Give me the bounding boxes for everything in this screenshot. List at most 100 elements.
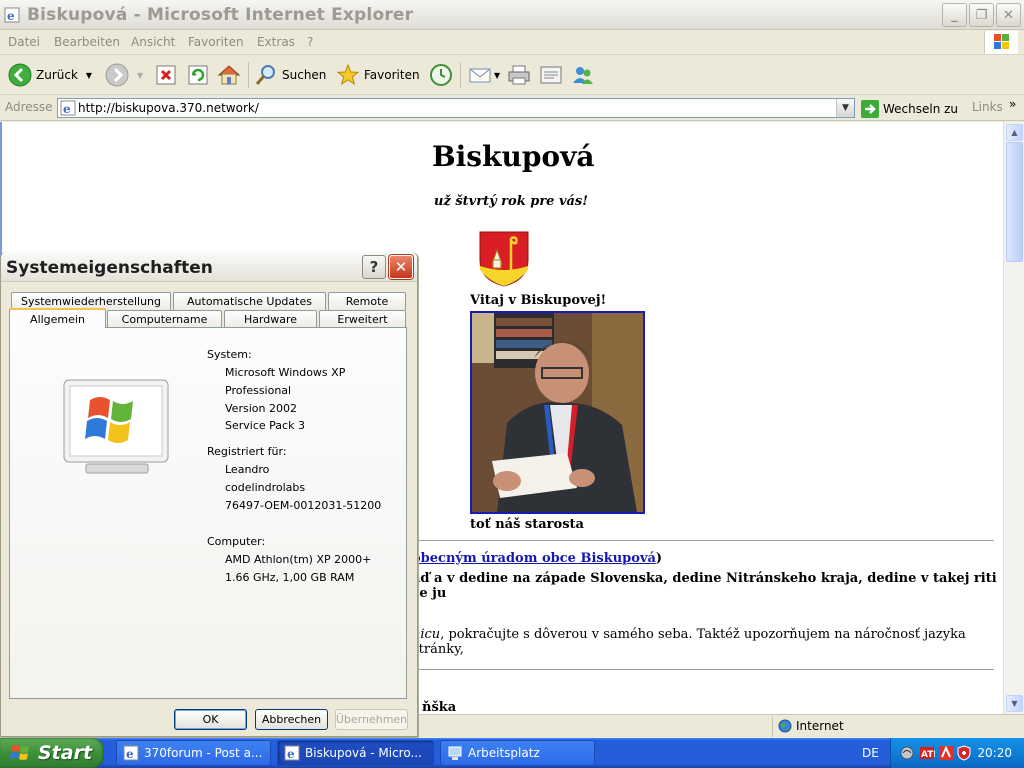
dialog-close-button[interactable]: ✕ [389,255,413,279]
task-370forum[interactable]: e 370forum - Post a... [116,740,271,766]
menu-extras[interactable]: Extras [257,35,295,49]
computer-label: Computer: [207,535,266,548]
task-biskupova[interactable]: e Biskupová - Micro... [277,740,434,766]
svg-text:ATI: ATI [921,750,935,760]
mayor-photo [470,311,645,514]
link-line: obecným úradom obce Biskupová) [412,551,662,566]
vertical-scrollbar[interactable]: ▲ ▼ [1003,122,1024,714]
stop-button[interactable] [155,61,177,89]
dialog-title-bar[interactable]: Systemeigenschaften ? ✕ [1,252,417,282]
forward-arrow-icon [105,63,129,87]
forward-button[interactable]: ▼ [105,61,143,89]
address-label: Adresse [5,100,53,114]
task-label: 370forum - Post a... [144,746,263,760]
address-dropdown-icon[interactable]: ▼ [836,99,854,117]
system-tray: ATI 20:20 [890,738,1024,768]
apply-button[interactable]: Übernehmen [335,709,408,730]
menu-ansicht[interactable]: Ansicht [131,35,175,49]
zone-label: Internet [796,719,844,733]
graphics-driver-icon[interactable]: ATI [919,745,935,761]
tab-remote[interactable]: Remote [328,292,406,310]
globe-icon [778,719,792,733]
close-button[interactable]: ✕ [996,3,1021,27]
back-arrow-icon [8,63,32,87]
task-label: Arbeitsplatz [468,746,540,760]
search-button[interactable]: Suchen [254,61,326,89]
svg-text:e: e [126,747,134,761]
forward-dropdown-icon[interactable]: ▼ [137,71,143,80]
menu-favoriten[interactable]: Favoriten [188,35,244,49]
ie-logo-icon: e [4,7,20,23]
tab-automatische-updates[interactable]: Automatische Updates [173,292,326,310]
task-arbeitsplatz[interactable]: Arbeitsplatz [440,740,595,766]
ie-logo-icon: e [123,745,139,761]
start-button[interactable]: Start [0,738,104,768]
minimize-button[interactable]: _ [942,3,967,27]
print-button[interactable] [507,61,531,89]
body-rest: , pokračujte s dôverou v samého seba. Ta… [412,627,966,657]
go-arrow-icon [861,100,879,118]
back-button[interactable]: Zurück ▼ [8,61,92,89]
page-slogan: už štvrtý rok pre vás! [434,194,588,209]
tray-app-icon[interactable] [899,745,915,761]
mail-button[interactable]: ▼ [468,61,500,89]
os-version: Version 2002 [225,402,297,415]
edit-button[interactable] [539,61,563,89]
menu-help[interactable]: ? [307,35,313,49]
home-icon [217,65,241,85]
back-label: Zurück [36,68,78,82]
ie-window-title: Biskupová - Microsoft Internet Explorer [27,5,414,25]
product-id: 76497-OEM-0012031-51200 [225,499,382,512]
search-icon [255,65,275,85]
body-text-2: nicu, pokračujte s dôverou v samého seba… [412,627,1005,657]
registered-user: Leandro [225,463,270,476]
links-chevron-icon[interactable]: » [1009,97,1016,111]
links-label[interactable]: Links [972,100,1003,114]
go-button[interactable]: Wechseln zu [861,99,958,119]
history-button[interactable] [429,61,453,89]
tab-erweitert[interactable]: Erweitert [319,310,406,328]
dialog-title: Systemeigenschaften [6,258,213,278]
mail-dropdown-icon[interactable]: ▼ [494,71,500,80]
history-icon [430,64,452,86]
task-label: Biskupová - Micro... [305,746,422,760]
tab-computername[interactable]: Computername [107,310,222,328]
favorites-button[interactable]: Favoriten [336,61,420,89]
ok-button[interactable]: OK [174,709,247,730]
svg-text:e: e [7,9,15,23]
start-label: Start [38,742,93,764]
system-label: System: [207,348,252,361]
help-button[interactable]: ? [362,255,386,279]
security-shield-icon[interactable] [956,745,972,761]
home-button[interactable] [217,61,241,89]
messenger-button[interactable] [571,61,595,89]
address-input[interactable]: e http://biskupova.370.network/ ▼ [57,98,855,118]
refresh-button[interactable] [187,61,209,89]
divider [382,540,994,541]
scroll-thumb[interactable] [1006,142,1023,262]
municipality-link[interactable]: obecným úradom obce Biskupová [412,551,656,566]
menu-datei[interactable]: Datei [8,35,40,49]
windows-monitor-icon [63,379,169,474]
cancel-button[interactable]: Abbrechen [255,709,328,730]
scroll-up-icon[interactable]: ▲ [1006,124,1023,141]
address-url: http://biskupova.370.network/ [78,101,259,115]
maximize-button[interactable]: ❐ [969,3,994,27]
tab-allgemein[interactable]: Allgemein [9,308,106,328]
heading-fragment: ňška [422,700,457,714]
menu-bearbeiten[interactable]: Bearbeiten [54,35,120,49]
registered-label: Registriert für: [207,445,287,458]
scroll-down-icon[interactable]: ▼ [1006,695,1023,712]
network-warning-icon[interactable] [938,745,954,761]
language-indicator[interactable]: DE [862,746,879,760]
back-dropdown-icon[interactable]: ▼ [86,71,92,80]
page-icon: e [60,100,76,116]
tab-hardware[interactable]: Hardware [224,310,317,328]
registered-org: codelindrolabs [225,481,306,494]
body-text: áď a v dedine na západe Slovenska, dedin… [412,571,997,601]
taskbar: Start e 370forum - Post a... e Biskupová… [0,738,1024,768]
svg-text:e: e [63,102,71,116]
page-title: Biskupová [432,140,595,173]
edit-page-icon [540,66,562,84]
ie-title-bar[interactable]: e Biskupová - Microsoft Internet Explore… [0,0,1024,30]
